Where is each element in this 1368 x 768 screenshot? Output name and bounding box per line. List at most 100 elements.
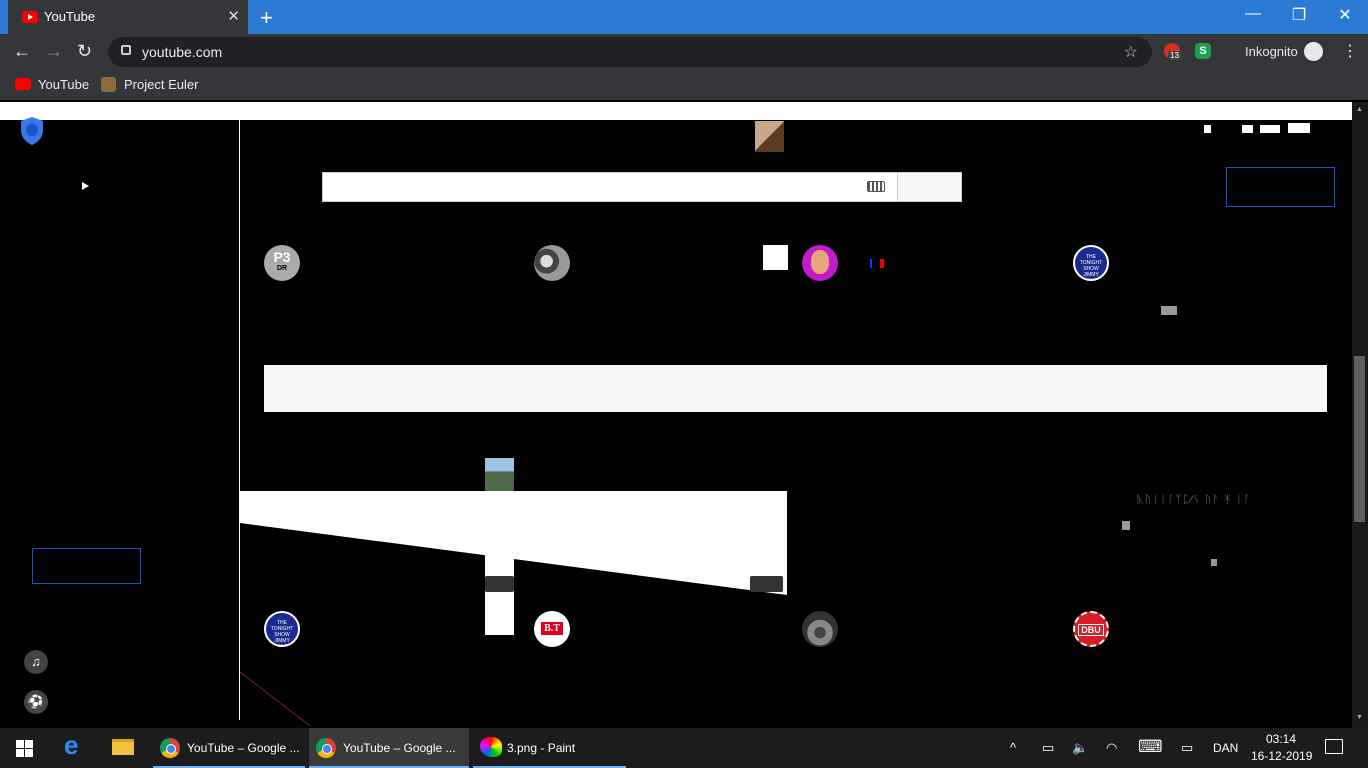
channel-avatar-man[interactable]: [802, 245, 838, 281]
lock-icon[interactable]: [121, 45, 131, 55]
extension-icon[interactable]: 13: [1164, 43, 1181, 60]
thumbnail-glitch: [763, 245, 788, 270]
duration-badge: [750, 576, 783, 592]
scrollbar-thumb[interactable]: [1354, 356, 1365, 522]
new-tab-button[interactable]: +: [260, 5, 273, 31]
bookmark-star-icon[interactable]: ☆: [1124, 42, 1138, 62]
scroll-up-icon[interactable]: ▲: [1356, 106, 1363, 113]
avatar-text: P3: [273, 249, 291, 265]
edge-icon[interactable]: e: [64, 730, 86, 760]
youtube-favicon-icon: [22, 11, 38, 23]
masthead-glitch: [1242, 125, 1253, 133]
wifi-icon[interactable]: ◠: [1106, 740, 1117, 756]
start-tile: [25, 749, 33, 757]
file-explorer-icon[interactable]: [112, 739, 134, 755]
ad-banner[interactable]: [264, 365, 1327, 412]
flag-glitch: [870, 259, 872, 268]
tab-close-icon[interactable]: ✕: [227, 7, 240, 25]
forward-button[interactable]: →: [45, 41, 63, 62]
search-input[interactable]: [323, 173, 863, 201]
avatar-text: DBU: [1078, 624, 1104, 636]
sidebar-sign-in-button[interactable]: [32, 548, 141, 584]
minimize-button[interactable]: —: [1230, 5, 1276, 23]
avatar-text: THE TONIGHT SHOW JIMMY FALLON: [270, 620, 294, 647]
url-text: youtube.com: [142, 44, 223, 60]
battery-icon[interactable]: ▭: [1042, 740, 1054, 756]
glitch-block: [1122, 521, 1130, 530]
channel-avatar-tonight-show[interactable]: THE TONIGHT SHOW JIMMY FALLON: [1073, 245, 1109, 281]
channel-avatar-bt[interactable]: B.T: [534, 611, 570, 647]
channel-avatar-tonight-show[interactable]: THE TONIGHT SHOW JIMMY FALLON: [264, 611, 300, 647]
channel-avatar-duo[interactable]: [534, 245, 570, 281]
windows-start-icon[interactable]: [16, 740, 33, 757]
glitch-line: [239, 671, 311, 727]
taskbar-item-label: YouTube – Google ...: [343, 741, 456, 755]
start-tile: [16, 749, 24, 757]
browser-toolbar: ← → ↻ youtube.com ☆ 13 S Inkognito ⋮: [0, 34, 1368, 70]
soccer-ball-icon[interactable]: ⚽: [24, 690, 48, 714]
masthead-glitch: [1204, 125, 1211, 133]
extension-badge: 13: [1168, 51, 1181, 60]
start-tile: [16, 740, 24, 748]
avatar-text: B.T: [541, 622, 563, 635]
scroll-down-icon[interactable]: ▼: [1356, 714, 1363, 721]
bookmark-label: Project Euler: [124, 77, 199, 92]
tab-youtube[interactable]: YouTube ✕: [8, 0, 248, 34]
bookmark-label: YouTube: [38, 77, 90, 92]
taskbar-item-chrome[interactable]: YouTube – Google ...: [153, 728, 305, 768]
duration-badge: [485, 576, 514, 592]
vertical-scrollbar[interactable]: ▲ ▼: [1352, 102, 1368, 728]
video-thumbnail-narrow[interactable]: [485, 458, 514, 635]
avatar-face: [811, 250, 829, 274]
play-arrow-icon[interactable]: [82, 182, 89, 190]
masthead-glitch: [1260, 125, 1280, 133]
channel-avatar-tree[interactable]: [802, 611, 838, 647]
incognito-label[interactable]: Inkognito: [1245, 44, 1298, 59]
project-euler-icon: [101, 77, 116, 92]
search-box[interactable]: [322, 172, 898, 202]
chrome-menu-icon[interactable]: ⋮: [1342, 41, 1358, 61]
close-window-button[interactable]: ✕: [1322, 5, 1368, 25]
clock-date[interactable]: 16-12-2019: [1251, 749, 1312, 763]
taskbar-item-label: YouTube – Google ...: [187, 741, 300, 755]
taskbar-item-chrome-active[interactable]: YouTube – Google ...: [309, 728, 469, 768]
clock-time[interactable]: 03:14: [1266, 732, 1296, 746]
search-button[interactable]: [897, 172, 962, 202]
channel-avatar-p3[interactable]: P3 DR: [264, 245, 300, 281]
masthead-strip: [0, 102, 1352, 120]
bookmarks-bar: YouTube Project Euler: [0, 70, 1368, 100]
music-icon[interactable]: ♫: [24, 650, 48, 674]
paint-icon: [480, 737, 502, 757]
action-center-icon[interactable]: [1325, 739, 1343, 754]
video-thumbnail[interactable]: [755, 121, 784, 152]
restore-button[interactable]: ❐: [1276, 5, 1322, 25]
avatar-text: THE TONIGHT SHOW JIMMY FALLON: [1079, 254, 1103, 281]
flag-glitch: [880, 259, 884, 268]
keyboard-icon[interactable]: [867, 181, 885, 192]
language-indicator[interactable]: DAN: [1213, 741, 1238, 755]
sign-in-button[interactable]: [1226, 167, 1335, 207]
tab-title: YouTube: [44, 9, 96, 24]
tray-chevron-icon[interactable]: ^: [1010, 740, 1016, 755]
incognito-icon[interactable]: [1304, 42, 1323, 61]
glitch-text: ᚣᚢᛁᛁᛚᛉᛈ⁄ᛊ ᚢᚨ ᛡ ᛁᛚ: [1137, 494, 1251, 506]
sidebar-divider: [239, 120, 240, 720]
display-icon[interactable]: ▭: [1181, 740, 1193, 756]
chrome-icon: [160, 738, 180, 758]
chrome-icon: [316, 738, 336, 758]
windows-taskbar: e YouTube – Google ... YouTube – Google …: [0, 728, 1368, 768]
touch-keyboard-icon[interactable]: ⌨: [1138, 737, 1163, 757]
taskbar-item-paint[interactable]: 3.png - Paint: [473, 728, 626, 768]
reload-button[interactable]: ↻: [77, 41, 92, 62]
taskbar-item-label: 3.png - Paint: [507, 741, 576, 755]
extension-s-icon[interactable]: S: [1195, 43, 1211, 59]
volume-icon[interactable]: 🔈: [1072, 740, 1088, 756]
avatar-subtext: DR: [276, 265, 288, 272]
start-tile: [25, 740, 33, 748]
back-button[interactable]: ←: [13, 41, 31, 62]
glitch-block: [1161, 306, 1177, 315]
channel-avatar-dbu[interactable]: DBU: [1073, 611, 1109, 647]
address-bar[interactable]: youtube.com ☆: [108, 37, 1152, 67]
thumbnail-image: [485, 458, 514, 491]
title-bar: YouTube ✕ + — ❐ ✕: [0, 0, 1368, 34]
